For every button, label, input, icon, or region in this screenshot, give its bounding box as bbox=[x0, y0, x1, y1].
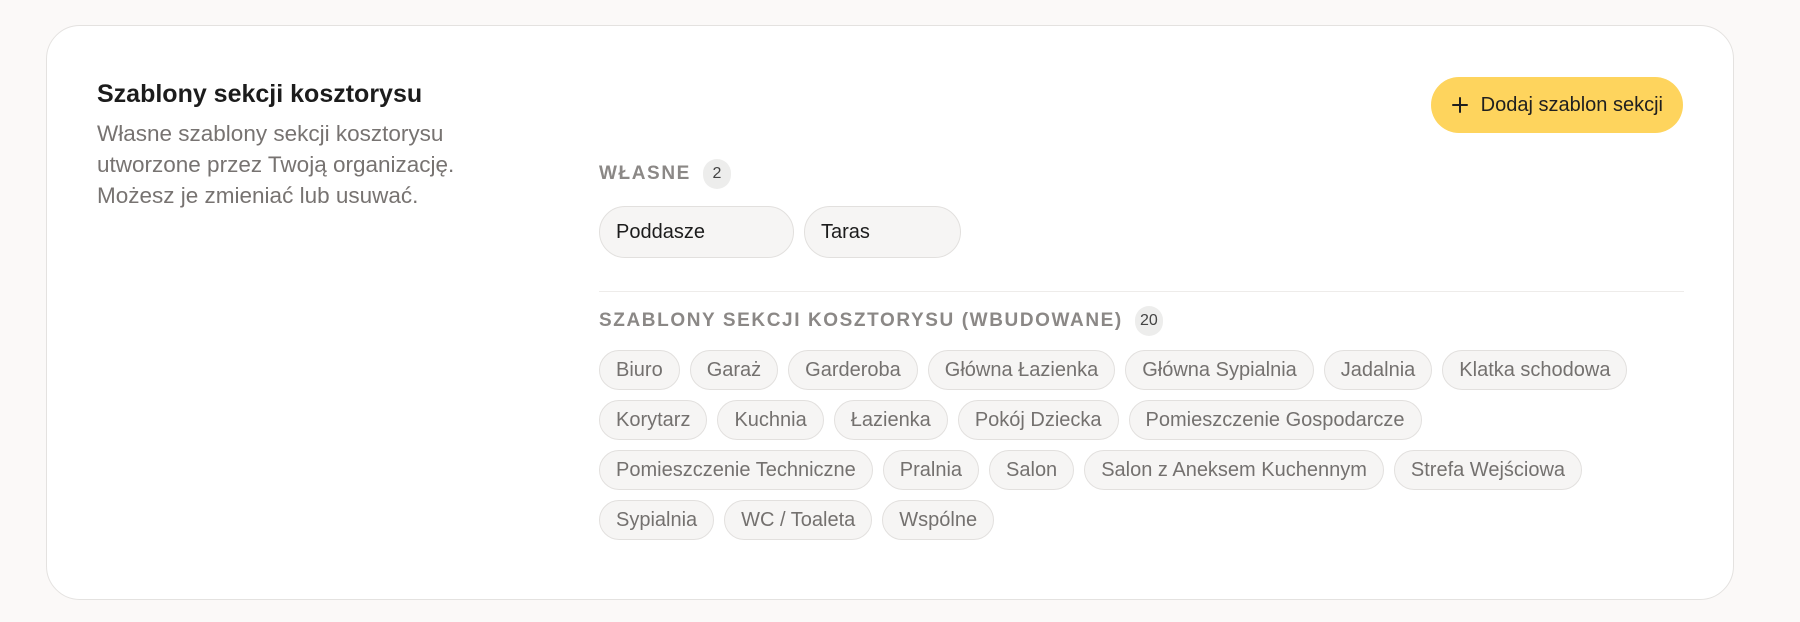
plus-icon bbox=[1451, 96, 1469, 114]
builtin-template-chip[interactable]: Pokój Dziecka bbox=[957, 400, 1119, 440]
own-template-chip-label: Taras bbox=[821, 220, 870, 243]
builtin-templates-label: SZABLONY SEKCJI KOSZTORYSU (WBUDOWANE) bbox=[599, 310, 1123, 331]
builtin-template-chip-label: Biuro bbox=[616, 358, 663, 381]
own-templates-label: WŁASNE bbox=[599, 163, 691, 184]
builtin-template-chip[interactable]: Sypialnia bbox=[599, 500, 715, 540]
card-header: Szablony sekcji kosztorysu Własne szablo… bbox=[97, 78, 517, 211]
builtin-template-chip[interactable]: Korytarz bbox=[599, 400, 708, 440]
builtin-template-chip-label: Salon z Aneksem Kuchennym bbox=[1101, 458, 1367, 481]
builtin-template-chip[interactable]: Salon z Aneksem Kuchennym bbox=[1084, 450, 1384, 490]
own-templates-count-badge: 2 bbox=[702, 159, 731, 189]
builtin-template-chip[interactable]: Biuro bbox=[599, 350, 680, 390]
builtin-template-chip-label: Strefa Wejściowa bbox=[1410, 458, 1566, 481]
builtin-template-chip-label: Pomieszczenie Techniczne bbox=[616, 458, 856, 481]
builtin-template-chip-label: Klatka schodowa bbox=[1459, 358, 1611, 381]
builtin-template-chip-label: Pomieszczenie Gospodarcze bbox=[1145, 408, 1405, 431]
builtin-template-chip-label: Korytarz bbox=[616, 408, 691, 431]
builtin-template-chip[interactable]: Salon bbox=[989, 450, 1075, 490]
page-description: Własne szablony sekcji kosztorysu utworz… bbox=[97, 121, 455, 208]
builtin-template-chip-label: Główna Sypialnia bbox=[1142, 358, 1297, 381]
builtin-template-chip-label: Salon bbox=[1006, 458, 1058, 481]
builtin-templates-list: Biuro Garaż Garderoba Główna Łazienka Gł… bbox=[599, 350, 1684, 540]
builtin-template-chip-label: Sypialnia bbox=[616, 508, 698, 531]
builtin-template-chip[interactable]: Garaż bbox=[689, 350, 779, 390]
page-title: Szablony sekcji kosztorysu bbox=[97, 80, 423, 108]
builtin-template-chip-label: Pokój Dziecka bbox=[974, 408, 1102, 431]
builtin-template-chip-label: Kuchnia bbox=[734, 408, 807, 431]
builtin-template-chip[interactable]: Kuchnia bbox=[717, 400, 824, 440]
builtin-template-chip[interactable]: Strefa Wejściowa bbox=[1393, 450, 1583, 490]
builtin-template-chip[interactable]: Pomieszczenie Gospodarcze bbox=[1128, 400, 1422, 440]
builtin-templates-header: SZABLONY SEKCJI KOSZTORYSU (WBUDOWANE) 2… bbox=[599, 306, 1684, 336]
builtin-template-chip-label: Pralnia bbox=[899, 458, 963, 481]
builtin-template-chip[interactable]: WC / Toaleta bbox=[724, 500, 873, 540]
own-template-chip[interactable]: Taras bbox=[804, 206, 961, 258]
own-templates-list: Poddasze Taras bbox=[599, 206, 1684, 258]
own-template-chip-label: Poddasze bbox=[616, 220, 705, 243]
builtin-template-chip[interactable]: Główna Łazienka bbox=[927, 350, 1116, 390]
builtin-template-chip[interactable]: Jadalnia bbox=[1323, 350, 1433, 390]
builtin-template-chip[interactable]: Wspólne bbox=[882, 500, 995, 540]
builtin-template-chip[interactable]: Pomieszczenie Techniczne bbox=[599, 450, 873, 490]
builtin-template-chip[interactable]: Garderoba bbox=[788, 350, 918, 390]
add-section-template-button[interactable]: Dodaj szablon sekcji bbox=[1430, 77, 1683, 133]
builtin-template-chip[interactable]: Klatka schodowa bbox=[1442, 350, 1628, 390]
builtin-template-chip-label: Jadalnia bbox=[1340, 358, 1416, 381]
own-template-chip[interactable]: Poddasze bbox=[599, 206, 794, 258]
section-divider bbox=[599, 291, 1684, 292]
builtin-template-chip[interactable]: Łazienka bbox=[833, 400, 948, 440]
builtin-template-chip[interactable]: Pralnia bbox=[882, 450, 980, 490]
builtin-templates-count-badge: 20 bbox=[1134, 306, 1163, 336]
builtin-template-chip[interactable]: Główna Sypialnia bbox=[1125, 350, 1314, 390]
builtin-template-chip-label: Wspólne bbox=[899, 508, 978, 531]
builtin-template-chip-label: Łazienka bbox=[850, 408, 931, 431]
builtin-template-chip-label: Główna Łazienka bbox=[944, 358, 1099, 381]
builtin-template-chip-label: Garderoba bbox=[805, 358, 901, 381]
add-section-template-label: Dodaj szablon sekcji bbox=[1480, 93, 1663, 116]
templates-panel: WŁASNE 2 Poddasze Taras SZABLONY SEKCJI … bbox=[599, 159, 1684, 540]
builtin-template-chip-label: Garaż bbox=[706, 358, 762, 381]
own-templates-header: WŁASNE 2 bbox=[599, 159, 1684, 189]
builtin-template-chip-label: WC / Toaleta bbox=[741, 508, 856, 531]
section-templates-card: Szablony sekcji kosztorysu Własne szablo… bbox=[46, 25, 1734, 600]
